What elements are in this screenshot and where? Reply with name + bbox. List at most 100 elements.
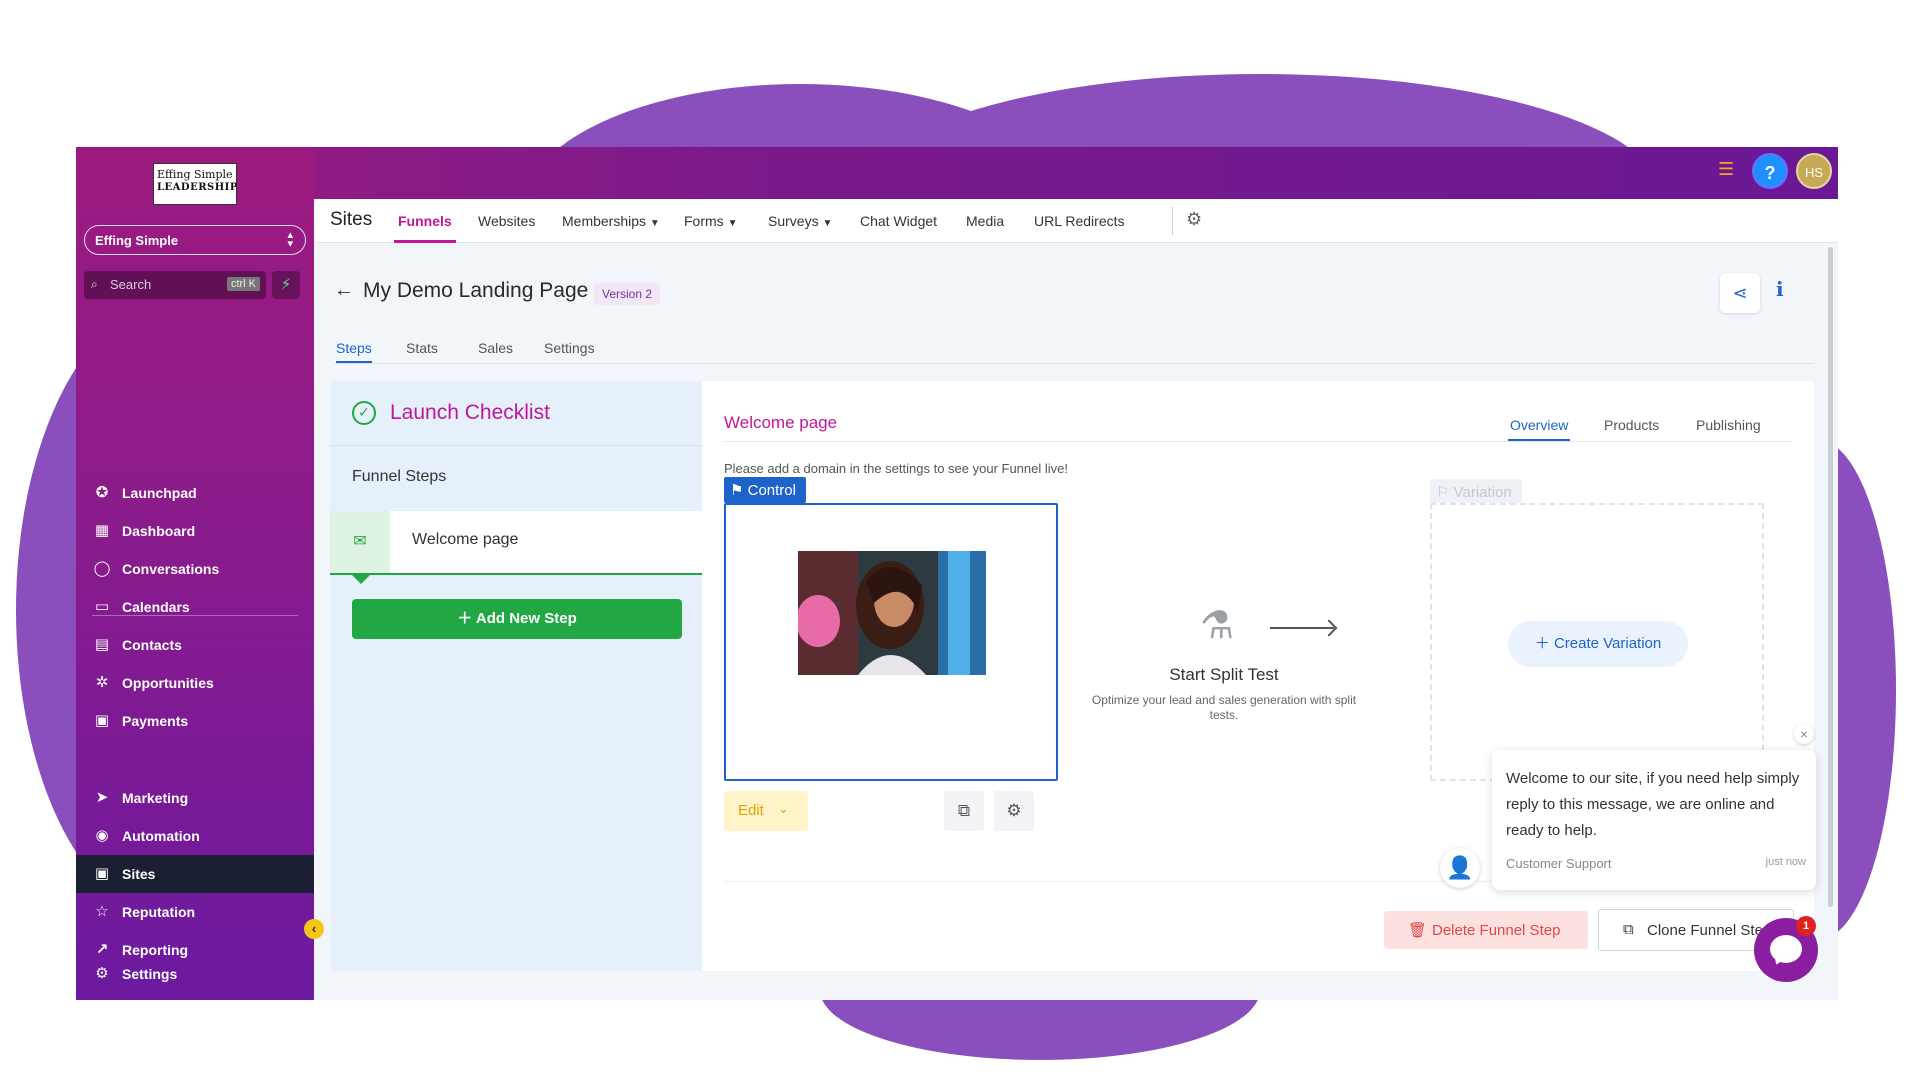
funnel-steps-label: Funnel Steps bbox=[352, 468, 447, 485]
tab-overview[interactable]: Overview bbox=[1510, 417, 1568, 433]
scrollbar[interactable] bbox=[1828, 247, 1833, 907]
chevron-updown-icon: ▴ ▾ bbox=[287, 229, 293, 250]
share-button[interactable]: ⋖ bbox=[1720, 273, 1760, 313]
account-switcher[interactable]: Effing Simple ▴ ▾ bbox=[84, 225, 306, 255]
open-external-button[interactable]: ⧉ bbox=[944, 791, 984, 831]
sidebar-divider bbox=[92, 615, 298, 616]
tab-forms[interactable]: Forms ▼ bbox=[684, 213, 737, 229]
chat-popup[interactable]: Welcome to our site, if you need help si… bbox=[1492, 750, 1816, 890]
chevron-down-icon: ▼ bbox=[649, 218, 660, 229]
sidebar-item-label: Calendars bbox=[122, 599, 190, 615]
info-icon[interactable]: i bbox=[1776, 277, 1784, 301]
variation-label: Variation bbox=[1453, 484, 1512, 501]
search-input[interactable]: ⌕ Search ctrl K bbox=[84, 271, 266, 299]
tab-surveys[interactable]: Surveys ▼ bbox=[768, 213, 832, 229]
section-title: Sites bbox=[330, 209, 373, 230]
sidebar-item-dashboard[interactable]: ▦ Dashboard bbox=[76, 512, 314, 550]
sidebar-item-sites[interactable]: ▣ Sites bbox=[76, 855, 314, 893]
mail-icon: ✉ bbox=[330, 511, 390, 573]
sidebar-item-conversations[interactable]: ◯ Conversations bbox=[76, 550, 314, 588]
chevron-down-icon: ▼ bbox=[822, 218, 833, 229]
sidebar-item-settings[interactable]: ⚙ Settings bbox=[76, 955, 314, 993]
list-icon[interactable]: ☰ bbox=[1718, 159, 1734, 180]
share-icon: ⋖ bbox=[1732, 283, 1748, 303]
control-page-preview[interactable] bbox=[724, 503, 1058, 781]
add-new-step-button[interactable]: ＋ Add New Step bbox=[352, 599, 682, 639]
tab-label: Memberships bbox=[562, 213, 647, 229]
tab-steps[interactable]: Steps bbox=[336, 340, 372, 356]
close-chat-icon[interactable]: × bbox=[1794, 724, 1814, 744]
account-name: Effing Simple bbox=[95, 233, 179, 248]
sidebar-item-automation[interactable]: ◉ Automation bbox=[76, 817, 314, 855]
external-link-icon: ⧉ bbox=[957, 801, 971, 820]
delete-funnel-step-button[interactable]: 🗑 Delete Funnel Step bbox=[1384, 911, 1588, 949]
step-title: Welcome page bbox=[724, 413, 838, 432]
top-bar: ☰ ? HS bbox=[76, 147, 1838, 199]
sidebar-item-opportunities[interactable]: ✲ Opportunities bbox=[76, 664, 314, 702]
plus-icon: ＋ bbox=[457, 610, 476, 627]
step-settings-button[interactable]: ⚙ bbox=[994, 791, 1034, 831]
collapse-sidebar-button[interactable]: ‹ bbox=[304, 919, 324, 939]
sidebar-item-payments[interactable]: ▣ Payments bbox=[76, 702, 314, 740]
tab-products[interactable]: Products bbox=[1604, 417, 1659, 433]
settings-gear-icon[interactable]: ⚙ bbox=[1186, 209, 1202, 230]
sidebar-item-launchpad[interactable]: ✪ Launchpad bbox=[76, 474, 314, 512]
search-icon: ⌕ bbox=[91, 277, 98, 291]
chevron-down-icon: ⌄ bbox=[778, 801, 789, 816]
tab-settings[interactable]: Settings bbox=[544, 340, 595, 356]
chat-sender: Customer Support bbox=[1506, 856, 1612, 871]
contacts-icon: ▤ bbox=[94, 636, 110, 653]
check-circle-icon: ✓ bbox=[352, 401, 376, 425]
sidebar-item-calendars[interactable]: ▭ Calendars bbox=[76, 588, 314, 626]
sidebar-item-label: Sites bbox=[122, 866, 156, 882]
tab-url-redirects[interactable]: URL Redirects bbox=[1034, 213, 1125, 229]
sidebar-item-label: Automation bbox=[122, 828, 200, 844]
user-avatar[interactable]: HS bbox=[1796, 153, 1832, 189]
panel-divider bbox=[330, 445, 702, 446]
quick-action-bolt-icon[interactable]: ⚡ bbox=[272, 271, 300, 299]
back-arrow-icon[interactable]: ← bbox=[334, 279, 354, 302]
tab-media[interactable]: Media bbox=[966, 213, 1004, 229]
automation-icon: ◉ bbox=[95, 827, 109, 844]
help-button[interactable]: ? bbox=[1752, 153, 1788, 189]
create-variation-label: Create Variation bbox=[1553, 635, 1662, 652]
sidebar-item-label: Marketing bbox=[122, 790, 189, 806]
flask-icon: ⚗ bbox=[1199, 605, 1235, 647]
support-avatar: 👤 bbox=[1440, 848, 1480, 888]
sidebar-item-label: Payments bbox=[122, 713, 189, 729]
clone-label: Clone Funnel Step bbox=[1647, 922, 1772, 939]
variation-placeholder: ＋ Create Variation bbox=[1430, 503, 1764, 781]
sidebar-item-label: Dashboard bbox=[122, 523, 196, 539]
control-flag: ⚑ Control bbox=[724, 477, 806, 503]
sidebar-item-label: Opportunities bbox=[122, 675, 214, 691]
star-icon: ☆ bbox=[95, 903, 109, 920]
funnel-step-item[interactable]: ✉ Welcome page bbox=[330, 511, 702, 584]
tab-stats[interactable]: Stats bbox=[406, 340, 438, 356]
tab-publishing[interactable]: Publishing bbox=[1696, 417, 1761, 433]
create-variation-button[interactable]: ＋ Create Variation bbox=[1508, 621, 1688, 667]
active-tab-indicator bbox=[336, 361, 372, 363]
split-test-title: Start Split Test bbox=[1169, 665, 1279, 684]
version-badge: Version 2 bbox=[594, 283, 661, 305]
calendar-icon: ▭ bbox=[94, 598, 110, 615]
tab-memberships[interactable]: Memberships ▼ bbox=[562, 213, 660, 229]
tab-sales[interactable]: Sales bbox=[478, 340, 513, 356]
chat-message: Welcome to our site, if you need help si… bbox=[1506, 770, 1800, 839]
sidebar-item-marketing[interactable]: ➤ Marketing bbox=[76, 779, 314, 817]
tab-chat-widget[interactable]: Chat Widget bbox=[860, 213, 937, 229]
tab-websites[interactable]: Websites bbox=[478, 213, 535, 229]
arrow-right-icon bbox=[1270, 627, 1334, 629]
funnel-steps-panel: ✓ Launch Checklist Funnel Steps ✉ Welcom… bbox=[330, 381, 702, 971]
chat-timestamp: just now bbox=[1765, 856, 1806, 868]
copy-icon: ⧉ bbox=[1623, 921, 1634, 938]
payments-icon: ▣ bbox=[94, 712, 110, 729]
tab-funnels[interactable]: Funnels bbox=[398, 213, 452, 229]
sidebar-item-reputation[interactable]: ☆ Reputation bbox=[76, 893, 314, 931]
page-title: My Demo Landing Page bbox=[363, 279, 589, 302]
sidebar-item-label: Contacts bbox=[122, 637, 182, 653]
sidebar-item-label: Launchpad bbox=[122, 485, 197, 501]
launch-checklist-title[interactable]: Launch Checklist bbox=[390, 401, 550, 425]
sidebar-item-contacts[interactable]: ▤ Contacts bbox=[76, 626, 314, 664]
sidebar-item-label: Conversations bbox=[122, 561, 220, 577]
edit-button[interactable]: Edit ⌄ bbox=[724, 791, 808, 831]
